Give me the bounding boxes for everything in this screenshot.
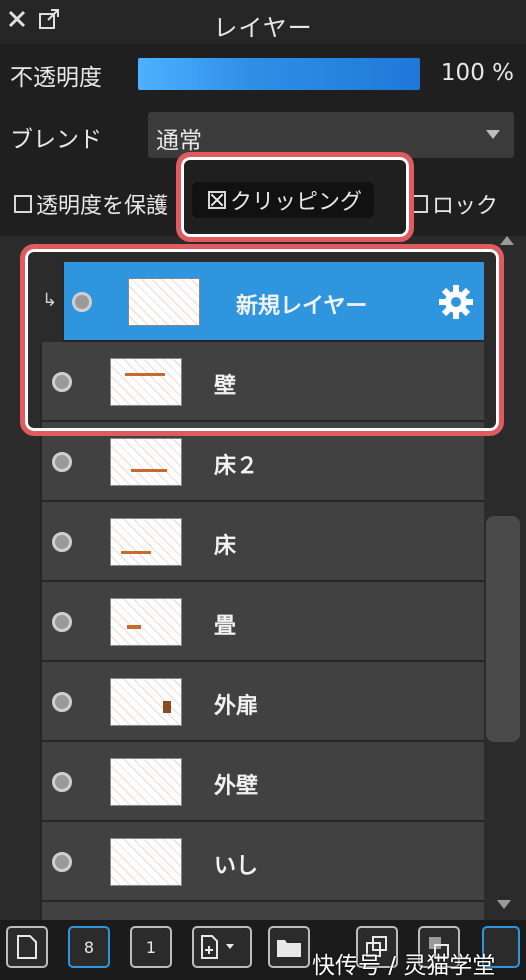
layer-thumbnail bbox=[110, 838, 182, 886]
layer-name: いし bbox=[214, 854, 259, 879]
new-1bit-layer-button[interactable]: 1 bbox=[130, 926, 172, 968]
opacity-label: 不透明度 bbox=[10, 65, 102, 91]
page-icon bbox=[17, 935, 37, 959]
scrollbar-thumb[interactable] bbox=[486, 516, 520, 742]
eight-bit-icon: 8 bbox=[83, 937, 95, 957]
scroll-down-icon[interactable] bbox=[497, 900, 511, 909]
layer-name: 畳 bbox=[214, 614, 237, 639]
layer-name: 床 bbox=[214, 534, 237, 559]
layer-row[interactable]: 外扉 bbox=[40, 662, 484, 742]
watermark-text: 快传号 / 灵猫学堂 bbox=[312, 953, 496, 979]
visibility-toggle[interactable] bbox=[52, 772, 72, 792]
clipping-highlight bbox=[176, 152, 414, 242]
opacity-slider[interactable] bbox=[138, 58, 420, 90]
preserve-transparency-checkbox[interactable]: 透明度を保護 bbox=[14, 188, 168, 220]
panel-title: レイヤー bbox=[213, 14, 313, 42]
visibility-toggle[interactable] bbox=[52, 692, 72, 712]
layer-row[interactable]: いし bbox=[40, 822, 484, 902]
layer-row[interactable]: 外壁 bbox=[40, 742, 484, 822]
layer-thumbnail bbox=[110, 598, 182, 646]
opacity-value: 100 % bbox=[440, 60, 514, 86]
lock-checkbox[interactable]: ロック bbox=[410, 188, 498, 220]
opacity-row: 不透明度 100 % bbox=[0, 44, 526, 102]
blend-label: ブレンド bbox=[10, 127, 102, 153]
chevron-down-icon bbox=[486, 130, 500, 139]
checkbox-icon bbox=[14, 195, 32, 213]
add-layer-menu-button[interactable] bbox=[192, 926, 252, 968]
add-layer-icon bbox=[201, 935, 234, 959]
layer-thumbnail bbox=[110, 678, 182, 726]
preserve-transparency-label: 透明度を保護 bbox=[36, 194, 169, 219]
layer-thumbnail bbox=[110, 518, 182, 566]
lock-label: ロック bbox=[432, 194, 499, 219]
visibility-toggle[interactable] bbox=[52, 532, 72, 552]
layer-thumbnail bbox=[110, 438, 182, 486]
blend-mode-value: 通常 bbox=[156, 128, 202, 154]
layers-highlight bbox=[20, 244, 504, 436]
layer-row[interactable]: 畳 bbox=[40, 582, 484, 662]
layer-name: 外扉 bbox=[214, 694, 259, 719]
title-bar: レイヤー bbox=[0, 0, 526, 44]
visibility-toggle[interactable] bbox=[52, 612, 72, 632]
layer-name: 外壁 bbox=[214, 774, 259, 799]
visibility-toggle[interactable] bbox=[52, 452, 72, 472]
visibility-toggle[interactable] bbox=[52, 852, 72, 872]
layer-row[interactable]: 床 bbox=[40, 502, 484, 582]
layer-partial-bottom bbox=[40, 902, 484, 920]
new-folder-button[interactable] bbox=[268, 926, 310, 968]
folder-icon bbox=[277, 940, 301, 957]
layer-name: 床２ bbox=[214, 454, 259, 479]
layer-thumbnail bbox=[110, 758, 182, 806]
one-bit-icon: 1 bbox=[145, 937, 157, 957]
new-layer-button[interactable] bbox=[6, 926, 48, 968]
new-8bit-layer-button[interactable]: 8 bbox=[68, 926, 110, 968]
scroll-up-icon[interactable] bbox=[500, 236, 514, 245]
